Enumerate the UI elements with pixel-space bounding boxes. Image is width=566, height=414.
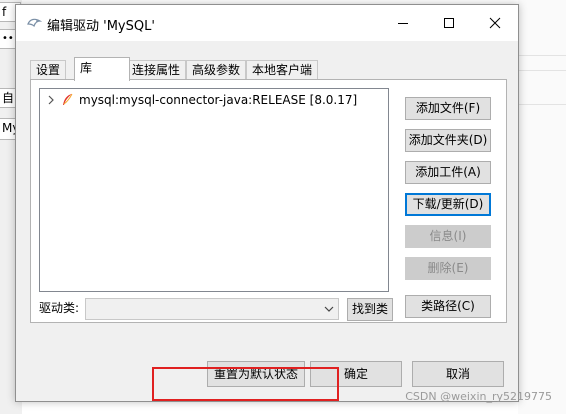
- driver-class-label: 驱动类:: [39, 301, 80, 315]
- class-path-button[interactable]: 类路径(C): [405, 295, 491, 318]
- dialog-title: 编辑驱动 'MySQL': [47, 19, 155, 34]
- add-folder-button[interactable]: 添加文件夹(D): [405, 129, 491, 152]
- add-artifact-button[interactable]: 添加工件(A): [405, 161, 491, 184]
- maximize-icon: [444, 18, 454, 28]
- background-divider: [518, 104, 566, 105]
- libraries-panel: mysql:mysql-connector-java:RELEASE [8.0.…: [30, 79, 507, 323]
- maven-feather-icon: [63, 93, 73, 105]
- minimize-icon: [398, 23, 408, 24]
- edit-driver-dialog: 编辑驱动 'MySQL' 设置 库 连接属性 高级参数 本地客户端 mysql:…: [15, 4, 519, 402]
- minimize-button[interactable]: [380, 5, 426, 41]
- tab-settings[interactable]: 设置: [30, 60, 67, 80]
- download-update-button[interactable]: 下载/更新(D): [405, 193, 491, 216]
- tab-connection-properties[interactable]: 连接属性: [126, 60, 187, 80]
- driver-class-dropdown[interactable]: [85, 298, 339, 320]
- highlight-annotation: [152, 367, 339, 401]
- background-window-right: [518, 0, 566, 414]
- library-item-label: mysql:mysql-connector-java:RELEASE [8.0.…: [79, 93, 358, 107]
- maximize-button[interactable]: [426, 5, 472, 41]
- cancel-button[interactable]: 取消: [412, 361, 504, 387]
- tab-advanced-parameters[interactable]: 高级参数: [186, 60, 247, 80]
- delete-button[interactable]: 删除(E): [405, 257, 491, 280]
- info-button[interactable]: 信息(I): [405, 225, 491, 248]
- tab-local-client[interactable]: 本地客户端: [246, 60, 319, 80]
- title-bar[interactable]: 编辑驱动 'MySQL': [16, 5, 518, 41]
- find-class-button[interactable]: 找到类: [347, 298, 393, 321]
- library-tree-item[interactable]: mysql:mysql-connector-java:RELEASE [8.0.…: [46, 92, 357, 108]
- add-file-button[interactable]: 添加文件(F): [405, 97, 491, 120]
- chevron-down-icon: [324, 306, 334, 312]
- chevron-right-icon[interactable]: [46, 93, 56, 107]
- close-button[interactable]: [472, 5, 518, 41]
- background-divider: [518, 55, 566, 56]
- background-divider: [518, 70, 566, 71]
- dbeaver-icon: [27, 18, 42, 28]
- watermark: CSDN @weixin_ry5219775: [405, 390, 552, 403]
- close-icon: [489, 17, 501, 29]
- tab-libraries[interactable]: 库: [74, 57, 130, 81]
- library-tree[interactable]: mysql:mysql-connector-java:RELEASE [8.0.…: [39, 88, 389, 292]
